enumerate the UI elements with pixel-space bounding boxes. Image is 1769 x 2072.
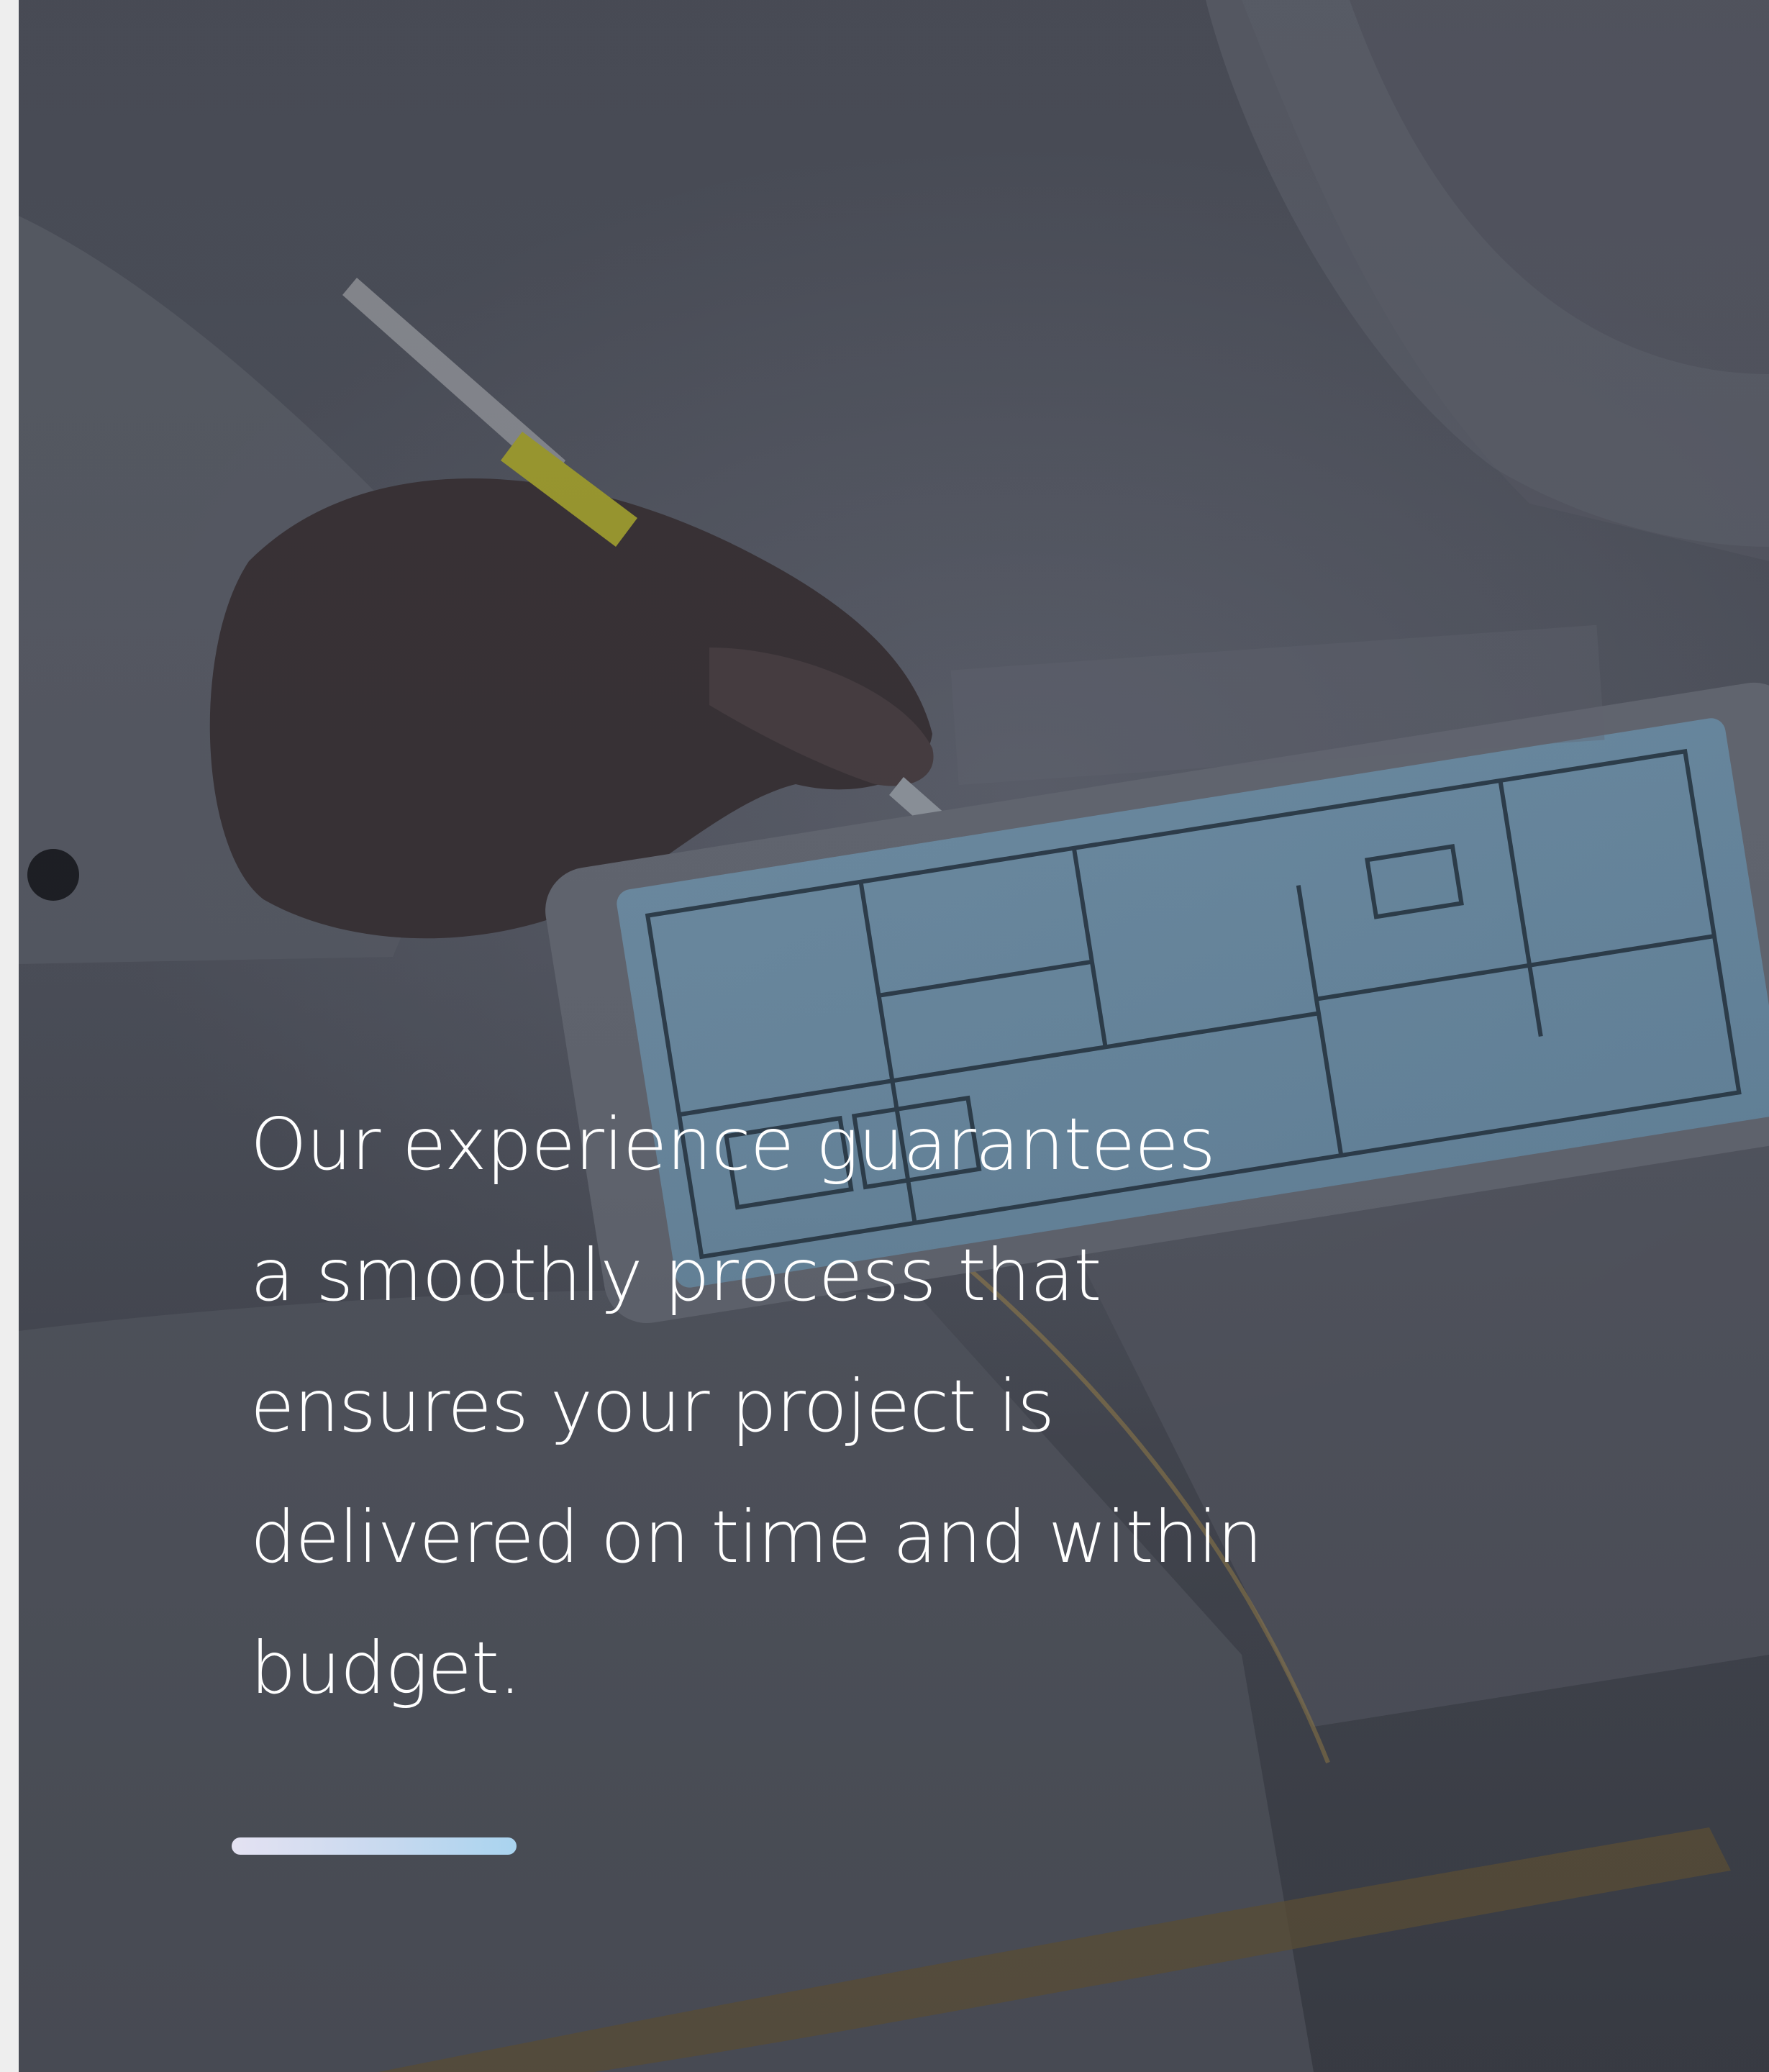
hero-section: Our experience guarantees a smoothly pro… bbox=[19, 0, 1769, 2072]
hero-dark-overlay bbox=[19, 0, 1769, 2072]
hero-statement: Our experience guarantees a smoothly pro… bbox=[250, 1102, 1263, 1710]
accent-divider-bar bbox=[232, 1837, 517, 1855]
page: Our experience guarantees a smoothly pro… bbox=[0, 0, 1769, 2072]
hero-content: Our experience guarantees a smoothly pro… bbox=[250, 1079, 1329, 1734]
